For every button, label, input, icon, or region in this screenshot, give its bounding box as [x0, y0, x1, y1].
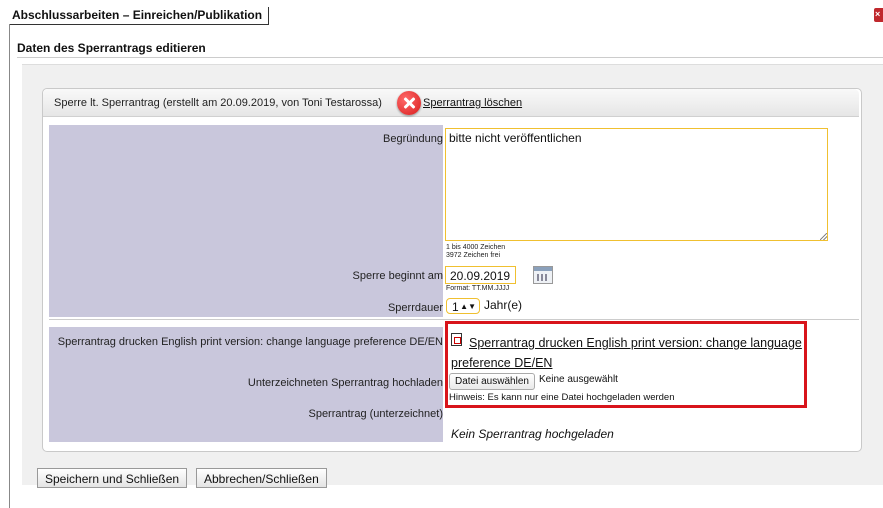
resize-handle-icon[interactable]: [820, 233, 827, 240]
delete-icon[interactable]: [397, 91, 421, 115]
upload-label: Unterzeichneten Sperrantrag hochladen: [247, 377, 443, 389]
signed-status: Kein Sperrantrag hochgeladen: [451, 427, 614, 441]
left-border-line: [9, 24, 10, 508]
duration-unit: Jahr(e): [484, 298, 523, 312]
duration-value: 1: [452, 300, 459, 314]
reason-label: Begründung: [383, 133, 443, 145]
section-title: Daten des Sperrantrags editieren: [17, 41, 206, 55]
delete-request-link[interactable]: Sperrantrag löschen: [423, 97, 522, 109]
choose-file-button[interactable]: Datei auswählen: [449, 373, 535, 390]
document-icon[interactable]: [451, 333, 462, 346]
calendar-icon[interactable]: [533, 266, 553, 284]
reason-textarea[interactable]: bitte nicht veröffentlichen: [445, 128, 828, 241]
close-button[interactable]: ×: [874, 8, 883, 22]
print-label: Sperrantrag drucken English print versio…: [57, 336, 443, 348]
signed-label: Sperrantrag (unterzeichnet): [308, 408, 443, 420]
upload-hint: Hinweis: Es kann nur eine Datei hochgela…: [449, 392, 675, 403]
char-range-text: 1 bis 4000 Zeichen: [446, 244, 506, 251]
cancel-close-button[interactable]: Abbrechen/Schließen: [196, 468, 327, 488]
chars-free-text: 3972 Zeichen frei: [446, 252, 501, 259]
duration-select[interactable]: 1 ▲▼: [446, 298, 480, 314]
close-icon[interactable]: ×: [875, 9, 880, 19]
label-column-top: [49, 125, 443, 317]
row-separator: [49, 319, 859, 320]
save-close-button[interactable]: Speichern und Schließen: [37, 468, 188, 488]
print-request-link[interactable]: Sperrantrag drucken English print versio…: [451, 333, 803, 373]
start-date-label: Sperre beginnt am: [352, 270, 444, 282]
start-date-input[interactable]: 20.09.2019: [445, 266, 516, 284]
updown-arrows-icon: ▲▼: [460, 302, 476, 311]
date-format-hint: Format: TT.MM.JJJJ: [446, 285, 510, 292]
panel-header-text: Sperre lt. Sperrantrag (erstellt am 20.0…: [54, 97, 382, 109]
page-title: Abschlussarbeiten – Einreichen/Publikati…: [10, 7, 270, 25]
duration-label: Sperrdauer: [387, 302, 443, 314]
no-file-text: Keine ausgewählt: [539, 374, 618, 385]
section-divider: [17, 57, 883, 58]
